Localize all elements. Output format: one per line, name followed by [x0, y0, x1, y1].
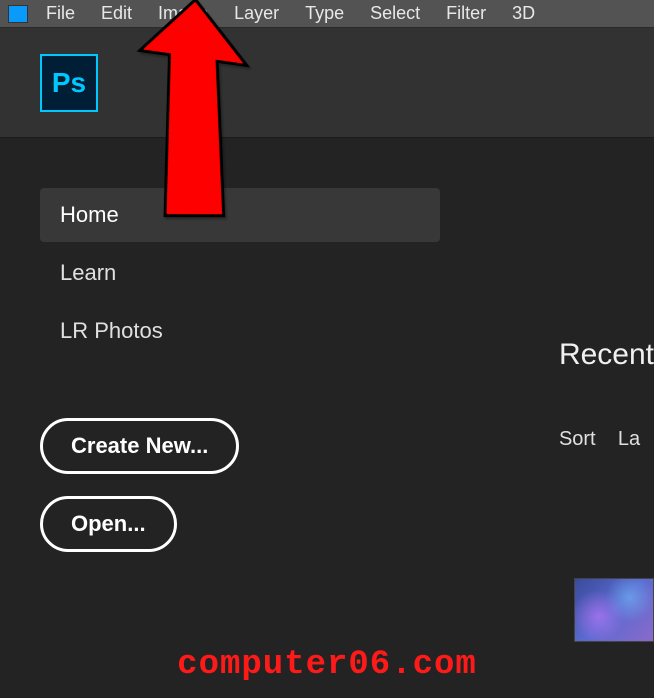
sort-value: La [618, 428, 640, 450]
action-buttons: Create New... Open... [40, 418, 440, 574]
nav-lr-photos[interactable]: LR Photos [40, 304, 440, 358]
recent-thumbnail[interactable] [574, 578, 654, 642]
open-button[interactable]: Open... [40, 496, 177, 552]
nav-list: Home Learn LR Photos [40, 188, 440, 358]
sort-label: Sort [559, 428, 596, 450]
nav-home[interactable]: Home [40, 188, 440, 242]
home-screen: Home Learn LR Photos Create New... Open.… [0, 138, 654, 698]
menu-3d[interactable]: 3D [512, 3, 535, 24]
nav-learn[interactable]: Learn [40, 246, 440, 300]
create-new-button[interactable]: Create New... [40, 418, 239, 474]
app-icon [8, 5, 28, 23]
menu-layer[interactable]: Layer [234, 3, 279, 24]
menu-select[interactable]: Select [370, 3, 420, 24]
menu-type[interactable]: Type [305, 3, 344, 24]
menubar: File Edit Image Layer Type Select Filter… [0, 0, 654, 28]
header-bar: Ps [0, 28, 654, 138]
menu-image[interactable]: Image [158, 3, 208, 24]
recent-panel: Recent Sort La [549, 338, 654, 451]
menu-edit[interactable]: Edit [101, 3, 132, 24]
sidebar: Home Learn LR Photos Create New... Open.… [40, 188, 440, 698]
sort-row[interactable]: Sort La [559, 428, 654, 451]
menu-file[interactable]: File [46, 3, 75, 24]
recent-heading: Recent [559, 338, 654, 372]
menu-filter[interactable]: Filter [446, 3, 486, 24]
photoshop-logo: Ps [40, 54, 98, 112]
watermark-text: computer06.com [177, 646, 477, 684]
